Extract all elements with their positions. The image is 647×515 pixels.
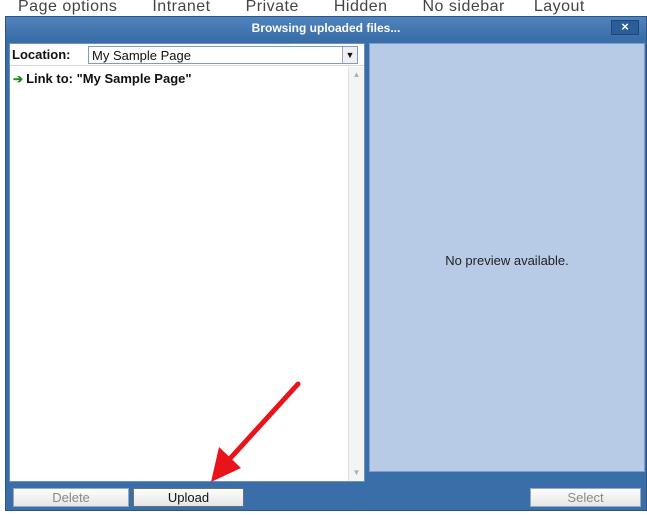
- dialog-button-bar: Delete Upload Select: [6, 483, 646, 510]
- background-toolbar-item: No sidebar: [422, 0, 505, 15]
- background-toolbar-item: Hidden: [333, 0, 388, 15]
- chevron-down-icon[interactable]: ▼: [342, 47, 357, 63]
- background-toolbar-item: Layout: [533, 0, 585, 15]
- close-icon[interactable]: ×: [611, 20, 639, 35]
- select-button[interactable]: Select: [530, 488, 641, 507]
- dialog-title: Browsing uploaded files...: [251, 21, 401, 35]
- location-value: My Sample Page: [92, 48, 191, 63]
- background-toolbar-item: Page options: [18, 0, 118, 15]
- delete-button[interactable]: Delete: [13, 488, 129, 507]
- preview-pane: No preview available.: [369, 43, 645, 472]
- location-row: Location: My Sample Page ▼: [10, 44, 364, 66]
- location-label: Location:: [12, 47, 71, 62]
- background-toolbar-item: Private: [245, 0, 299, 15]
- scroll-up-icon[interactable]: ▲: [349, 67, 364, 83]
- file-browser-pane: Location: My Sample Page ▼ ➔ Link to: "My…: [9, 43, 365, 482]
- file-list-scrollbar[interactable]: ▲ ▼: [348, 67, 364, 481]
- upload-button[interactable]: Upload: [133, 488, 244, 507]
- list-item-label: Link to: "My Sample Page": [26, 71, 192, 86]
- browse-files-dialog: Browsing uploaded files... × Location: M…: [5, 16, 647, 511]
- preview-message: No preview available.: [445, 253, 569, 268]
- background-toolbar: Page options Intranet Private Hidden No …: [0, 0, 647, 16]
- dialog-titlebar: Browsing uploaded files... ×: [6, 17, 646, 39]
- location-select[interactable]: My Sample Page ▼: [88, 46, 358, 64]
- list-item[interactable]: ➔ Link to: "My Sample Page": [13, 71, 192, 86]
- scroll-down-icon[interactable]: ▼: [349, 465, 364, 481]
- background-toolbar-item: Intranet: [152, 0, 211, 15]
- right-arrow-icon: ➔: [13, 72, 24, 86]
- file-list: ➔ Link to: "My Sample Page": [10, 67, 348, 481]
